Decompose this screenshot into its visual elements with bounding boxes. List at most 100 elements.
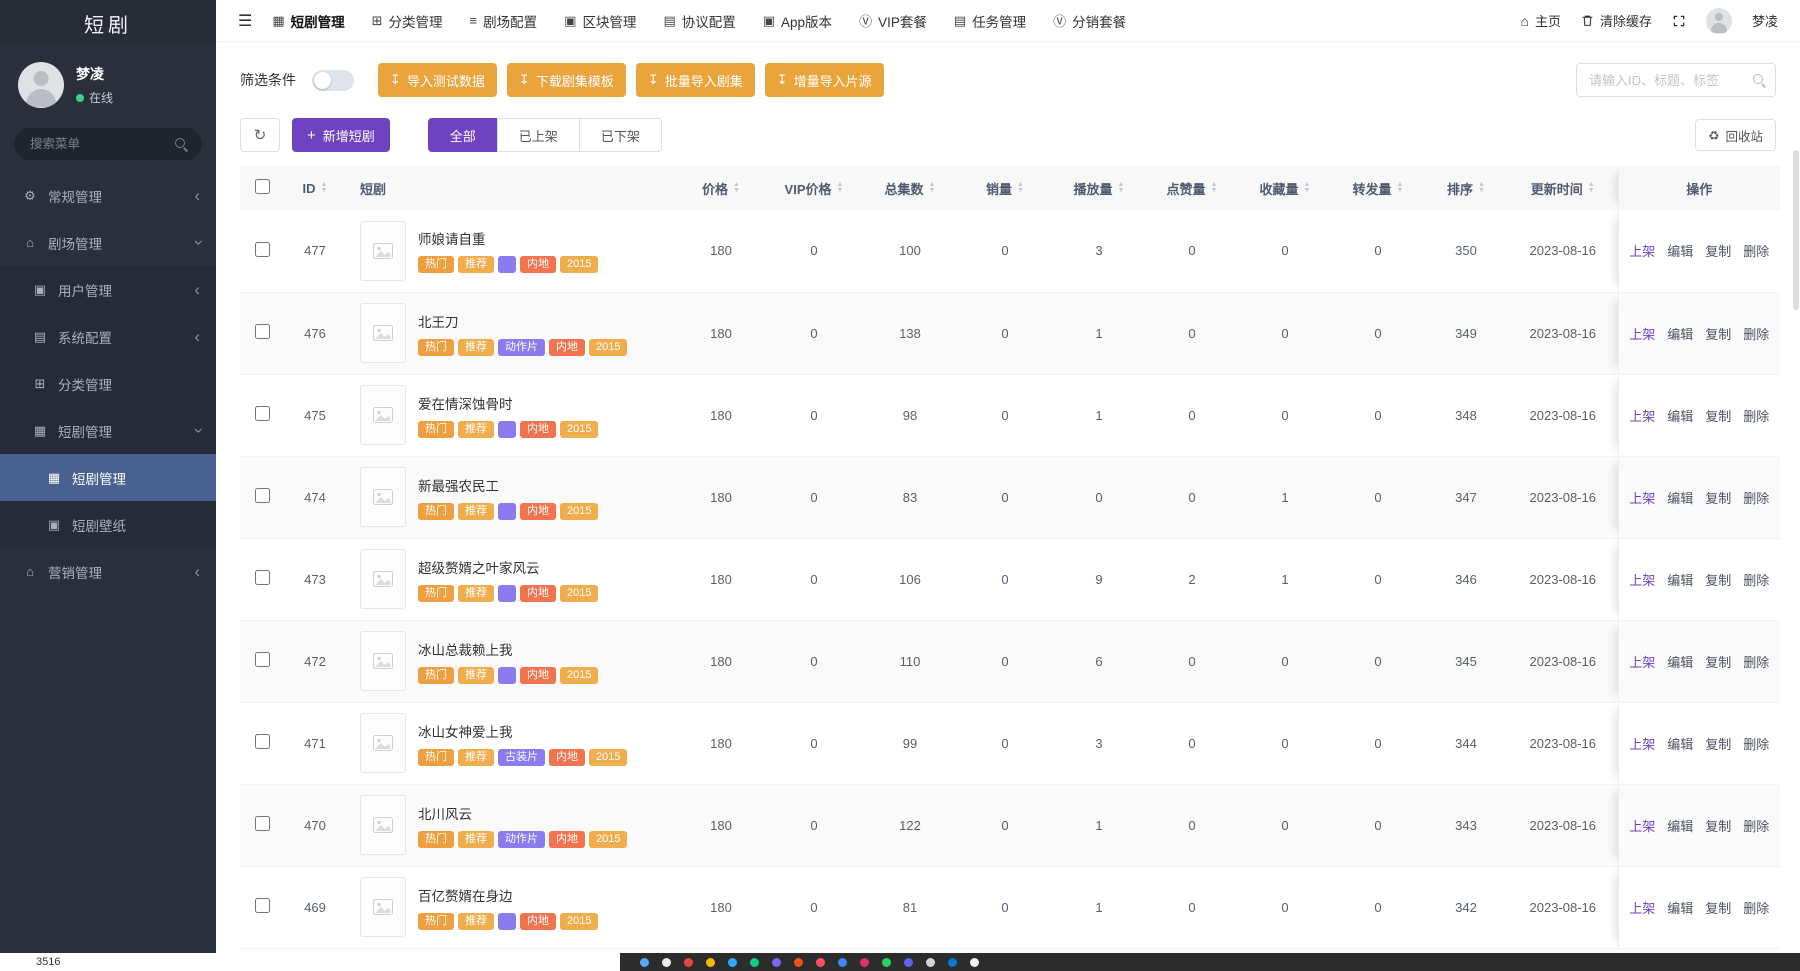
action-edit[interactable]: 编辑	[1667, 409, 1693, 424]
action-edit[interactable]: 编辑	[1667, 737, 1693, 752]
sidebar-item-regular-management[interactable]: ⚙常规管理‹	[0, 172, 216, 219]
tab-drama-management[interactable]: ▦短剧管理	[272, 0, 344, 41]
action-delete[interactable]: 删除	[1743, 244, 1769, 259]
action-delete[interactable]: 删除	[1743, 491, 1769, 506]
row-checkbox[interactable]	[255, 324, 270, 339]
filter-tab-all[interactable]: 全部	[428, 118, 498, 152]
action-delete[interactable]: 删除	[1743, 409, 1769, 424]
taskbar-app-icon[interactable]	[926, 958, 935, 967]
incremental-import-sources-button[interactable]: ↧增量导入片源	[765, 63, 884, 97]
tab-theater-config[interactable]: ≡剧场配置	[470, 0, 538, 41]
filter-tab-off-shelf[interactable]: 已下架	[579, 118, 662, 152]
sidebar-item-drama-wallpaper[interactable]: ▣短剧壁纸	[0, 501, 216, 548]
action-copy[interactable]: 复制	[1705, 819, 1731, 834]
action-copy[interactable]: 复制	[1705, 244, 1731, 259]
action-publish[interactable]: 上架	[1629, 901, 1655, 916]
table-search-input[interactable]	[1576, 63, 1776, 97]
search-icon[interactable]	[174, 137, 188, 151]
action-edit[interactable]: 编辑	[1667, 491, 1693, 506]
taskbar-app-icon[interactable]	[838, 958, 847, 967]
column-header-plays[interactable]: 播放量▲▼	[1052, 166, 1146, 210]
sort-carets[interactable]: ▲▼	[837, 182, 844, 194]
action-delete[interactable]: 删除	[1743, 655, 1769, 670]
row-checkbox[interactable]	[255, 898, 270, 913]
taskbar-app-icon[interactable]	[794, 958, 803, 967]
row-checkbox[interactable]	[255, 652, 270, 667]
action-delete[interactable]: 删除	[1743, 327, 1769, 342]
search-icon[interactable]	[1752, 73, 1766, 87]
scrollbar-thumb[interactable]	[1793, 150, 1799, 310]
action-copy[interactable]: 复制	[1705, 409, 1731, 424]
sidebar-item-drama-management-list[interactable]: ▦短剧管理	[0, 454, 216, 501]
taskbar-app-icon[interactable]	[860, 958, 869, 967]
tab-block-management[interactable]: ▣区块管理	[564, 0, 636, 41]
column-header-sales[interactable]: 销量▲▼	[958, 166, 1052, 210]
taskbar-app-icon[interactable]	[882, 958, 891, 967]
action-copy[interactable]: 复制	[1705, 327, 1731, 342]
row-checkbox[interactable]	[255, 488, 270, 503]
action-edit[interactable]: 编辑	[1667, 573, 1693, 588]
action-copy[interactable]: 复制	[1705, 737, 1731, 752]
home-link[interactable]: ⌂ 主页	[1520, 11, 1560, 30]
tab-agreement-config[interactable]: ▤协议配置	[663, 0, 735, 41]
sort-carets[interactable]: ▲▼	[1118, 182, 1125, 194]
tab-app-version[interactable]: ▣App版本	[763, 0, 832, 41]
row-checkbox[interactable]	[255, 406, 270, 421]
column-header-shares[interactable]: 转发量▲▼	[1332, 166, 1424, 210]
user-avatar-small[interactable]	[1706, 8, 1732, 34]
action-copy[interactable]: 复制	[1705, 901, 1731, 916]
column-header-favs[interactable]: 收藏量▲▼	[1238, 166, 1332, 210]
tab-task-management[interactable]: ▤任务管理	[954, 0, 1026, 41]
taskbar-app-icon[interactable]	[904, 958, 913, 967]
filter-toggle[interactable]	[312, 70, 354, 91]
action-publish[interactable]: 上架	[1629, 491, 1655, 506]
batch-import-episodes-button[interactable]: ↧批量导入剧集	[636, 63, 755, 97]
refresh-button[interactable]: ↻	[240, 118, 280, 152]
navbar-username[interactable]: 梦凌	[1752, 11, 1778, 30]
sort-carets[interactable]: ▲▼	[1588, 182, 1595, 194]
user-avatar[interactable]	[18, 62, 64, 108]
sidebar-item-theater-management[interactable]: ⌂剧场管理‹	[0, 219, 216, 266]
action-copy[interactable]: 复制	[1705, 491, 1731, 506]
sort-carets[interactable]: ▲▼	[929, 182, 936, 194]
action-edit[interactable]: 编辑	[1667, 655, 1693, 670]
sidebar-item-user-management[interactable]: ▣用户管理‹	[0, 266, 216, 313]
taskbar-app-icon[interactable]	[706, 958, 715, 967]
action-edit[interactable]: 编辑	[1667, 901, 1693, 916]
action-publish[interactable]: 上架	[1629, 327, 1655, 342]
tab-distribution-plans[interactable]: Ⓥ分销套餐	[1053, 0, 1126, 41]
action-delete[interactable]: 删除	[1743, 573, 1769, 588]
action-publish[interactable]: 上架	[1629, 573, 1655, 588]
action-copy[interactable]: 复制	[1705, 573, 1731, 588]
download-episode-template-button[interactable]: ↧下载剧集模板	[507, 63, 626, 97]
action-publish[interactable]: 上架	[1629, 655, 1655, 670]
select-all-checkbox[interactable]	[255, 179, 270, 194]
column-header-id[interactable]: ID▲▼	[284, 166, 346, 210]
sort-carets[interactable]: ▲▼	[1211, 182, 1218, 194]
column-header-likes[interactable]: 点赞量▲▼	[1146, 166, 1238, 210]
sort-carets[interactable]: ▲▼	[733, 182, 740, 194]
taskbar-app-icon[interactable]	[684, 958, 693, 967]
sidebar-item-system-config[interactable]: ▤系统配置‹	[0, 313, 216, 360]
clear-cache-link[interactable]: 清除缓存	[1581, 11, 1652, 30]
column-header-updated[interactable]: 更新时间▲▼	[1508, 166, 1618, 210]
taskbar-app-icon[interactable]	[750, 958, 759, 967]
taskbar-app-icon[interactable]	[662, 958, 671, 967]
column-header-episodes[interactable]: 总集数▲▼	[862, 166, 958, 210]
tab-vip-plans[interactable]: ⓋVIP套餐	[859, 0, 927, 41]
action-publish[interactable]: 上架	[1629, 244, 1655, 259]
row-checkbox[interactable]	[255, 734, 270, 749]
row-checkbox[interactable]	[255, 816, 270, 831]
add-drama-button[interactable]: + 新增短剧	[292, 118, 390, 152]
action-delete[interactable]: 删除	[1743, 737, 1769, 752]
taskbar-app-icon[interactable]	[728, 958, 737, 967]
action-edit[interactable]: 编辑	[1667, 327, 1693, 342]
column-header-vip[interactable]: VIP价格▲▼	[766, 166, 862, 210]
sort-carets[interactable]: ▲▼	[321, 182, 328, 194]
fullscreen-button[interactable]	[1672, 14, 1686, 28]
tab-category-management[interactable]: ⊞分类管理	[372, 0, 443, 41]
action-publish[interactable]: 上架	[1629, 409, 1655, 424]
action-publish[interactable]: 上架	[1629, 737, 1655, 752]
action-edit[interactable]: 编辑	[1667, 244, 1693, 259]
taskbar-app-icon[interactable]	[970, 958, 979, 967]
